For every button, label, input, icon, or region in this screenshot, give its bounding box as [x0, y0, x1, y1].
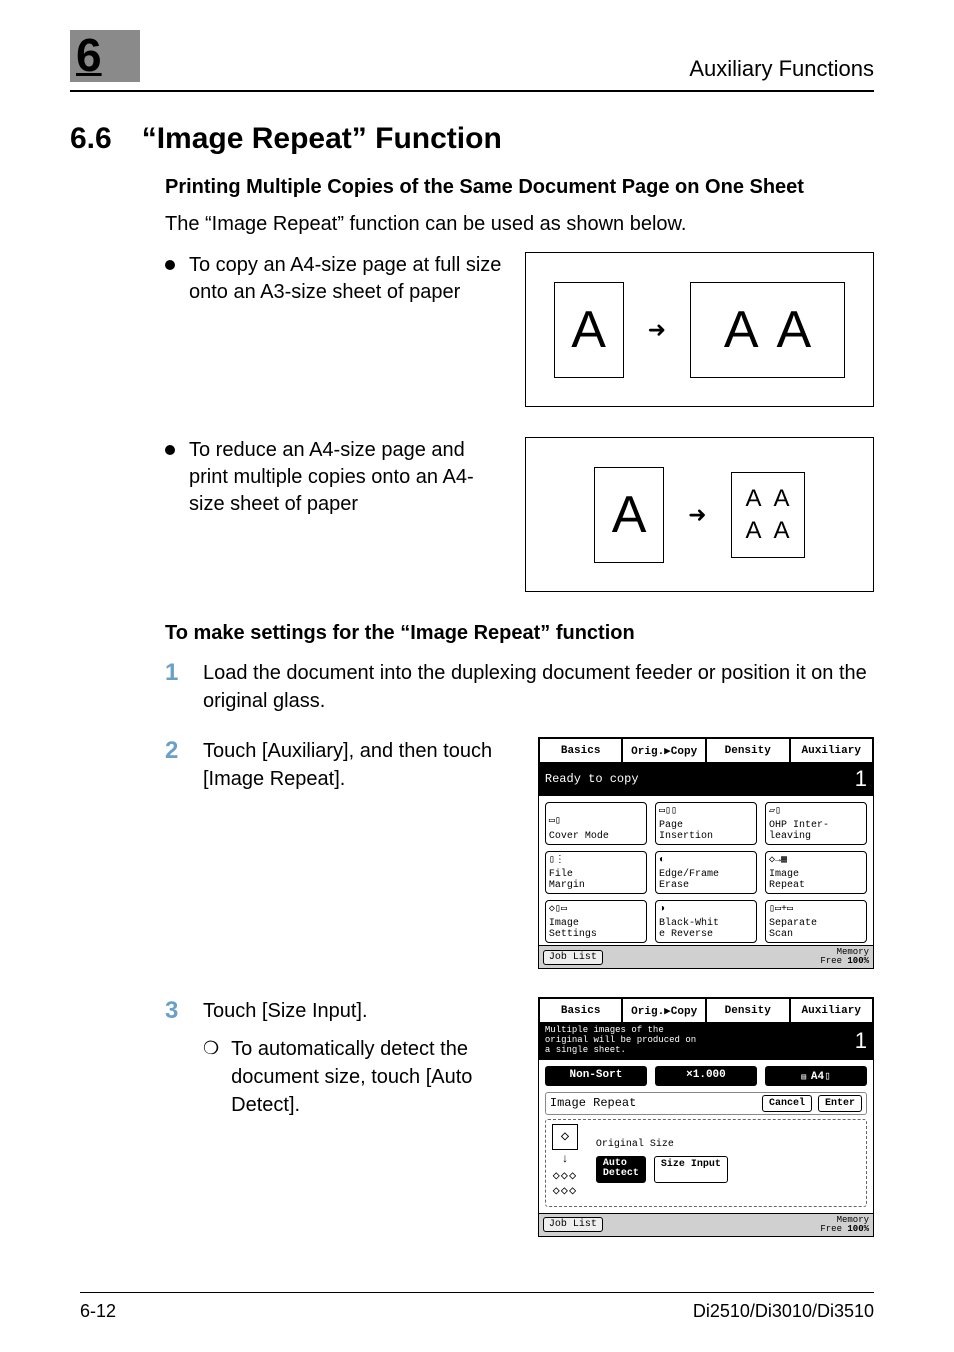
substep-marker: ❍: [203, 1036, 219, 1119]
status-text: Ready to copy: [545, 772, 639, 786]
glyph-A: A: [612, 485, 647, 545]
separate-scan-icon: ▯▭+▭: [769, 903, 863, 917]
label: Page Insertion: [659, 821, 753, 842]
step-1-number: 1: [165, 659, 185, 687]
label: Image Repeat: [769, 870, 863, 891]
step-3-text: Touch [Size Input].: [203, 997, 516, 1025]
original-size-label: Original Size: [596, 1139, 860, 1150]
diagram-result-page: A A: [690, 282, 845, 378]
paper-size-indicator: ▤ A4▯: [765, 1066, 867, 1086]
diagram-2: A ➜ AA AA: [525, 437, 874, 592]
screenshot-auxiliary-menu: Basics Orig.▶Copy Density Auxiliary Read…: [538, 737, 874, 969]
diagram-source-page: A: [554, 282, 624, 378]
screenshot-image-repeat-panel: Basics Orig.▶Copy Density Auxiliary Mult…: [538, 997, 874, 1237]
file-margin-button[interactable]: ▯⋮ File Margin: [545, 851, 647, 894]
size-input-button[interactable]: Size Input: [654, 1156, 728, 1183]
status-text: Multiple images of the original will be …: [545, 1026, 696, 1056]
subheading-1: Printing Multiple Copies of the Same Doc…: [165, 176, 874, 199]
header-rule: [70, 90, 874, 92]
memory-indicator: MemoryFree 100%: [820, 1216, 869, 1234]
tab-density[interactable]: Density: [706, 738, 790, 762]
enter-button[interactable]: Enter: [818, 1095, 862, 1112]
diagram-1: A ➜ A A: [525, 252, 874, 407]
bw-reverse-button[interactable]: ◑ Black-Whit e Reverse: [655, 900, 757, 943]
copy-count: 1: [855, 766, 867, 792]
page-insertion-icon: ▭▯▯: [659, 805, 753, 819]
job-list-button[interactable]: Job List: [543, 950, 603, 965]
header-title: Auxiliary Functions: [689, 56, 874, 82]
file-margin-icon: ▯⋮: [549, 854, 643, 868]
edge-frame-erase-button[interactable]: ◐ Edge/Frame Erase: [655, 851, 757, 894]
arrow-icon: ➜: [688, 502, 706, 528]
tab-auxiliary[interactable]: Auxiliary: [790, 998, 874, 1022]
label: Black-Whit e Reverse: [659, 919, 753, 940]
job-list-button[interactable]: Job List: [543, 1217, 603, 1232]
diagram-source-page: A: [594, 467, 664, 563]
step-3-number: 3: [165, 997, 185, 1119]
tab-basics[interactable]: Basics: [539, 998, 623, 1022]
label: Separate Scan: [769, 919, 863, 940]
separate-scan-button[interactable]: ▯▭+▭ Separate Scan: [765, 900, 867, 943]
step-2-text: Touch [Auxiliary], and then touch [Image…: [203, 737, 516, 793]
image-repeat-icon: ◇→▦: [769, 854, 863, 868]
page-insertion-button[interactable]: ▭▯▯ Page Insertion: [655, 802, 757, 845]
label: OHP Inter- leaving: [769, 821, 863, 842]
zoom-indicator: ×1.000: [655, 1066, 757, 1086]
glyph-A: A: [745, 485, 761, 513]
step-3-substep-text: To automatically detect the document siz…: [231, 1035, 516, 1119]
bullet-dot: [165, 445, 175, 455]
cancel-button[interactable]: Cancel: [762, 1095, 812, 1112]
glyph-A: A: [571, 300, 606, 360]
diagram-result-page: AA AA: [731, 472, 805, 558]
cover-mode-button[interactable]: ▭▯ Cover Mode: [545, 802, 647, 845]
label: Edge/Frame Erase: [659, 870, 753, 891]
step-1-text: Load the document into the duplexing doc…: [203, 659, 874, 715]
status-bar: Ready to copy 1: [539, 762, 873, 796]
panel-title: Image Repeat: [550, 1096, 636, 1110]
glyph-A: A: [777, 300, 812, 360]
label: Image Settings: [549, 919, 643, 940]
ohp-interleaving-button[interactable]: ▱▯ OHP Inter- leaving: [765, 802, 867, 845]
subheading-2: To make settings for the “Image Repeat” …: [165, 622, 874, 645]
erase-icon: ◐: [659, 854, 753, 868]
copy-count: 1: [855, 1028, 867, 1054]
non-sort-indicator: Non-Sort: [545, 1066, 647, 1086]
footer-rule: [80, 1292, 874, 1293]
tab-density[interactable]: Density: [706, 998, 790, 1022]
auto-detect-button[interactable]: Auto Detect: [596, 1156, 646, 1183]
model-numbers: Di2510/Di3010/Di3510: [693, 1301, 874, 1322]
label: Cover Mode: [549, 832, 643, 843]
bw-reverse-icon: ◑: [659, 903, 753, 917]
glyph-A: A: [774, 485, 790, 513]
glyph-A: A: [774, 517, 790, 545]
section-title: “Image Repeat” Function: [142, 122, 502, 156]
arrow-icon: ➜: [648, 317, 666, 343]
image-settings-button[interactable]: ◇▯▭ Image Settings: [545, 900, 647, 943]
image-settings-icon: ◇▯▭: [549, 903, 643, 917]
glyph-A: A: [724, 300, 759, 360]
repeat-diagram-icon: ◇ ↓ ◇◇◇◇◇◇: [552, 1124, 578, 1198]
tab-auxiliary[interactable]: Auxiliary: [790, 738, 874, 762]
tab-orig-copy[interactable]: Orig.▶Copy: [622, 738, 706, 762]
tab-orig-copy[interactable]: Orig.▶Copy: [622, 998, 706, 1022]
bullet-dot: [165, 260, 175, 270]
ohp-icon: ▱▯: [769, 805, 863, 819]
glyph-A: A: [745, 517, 761, 545]
status-bar: Multiple images of the original will be …: [539, 1022, 873, 1060]
bullet-1-text: To copy an A4-size page at full size ont…: [189, 252, 505, 306]
bullet-2-text: To reduce an A4-size page and print mult…: [189, 437, 505, 518]
step-2-number: 2: [165, 737, 185, 793]
intro-paragraph: The “Image Repeat” function can be used …: [165, 211, 874, 238]
memory-indicator: MemoryFree 100%: [820, 948, 869, 966]
section-number: 6.6: [70, 122, 112, 156]
tab-basics[interactable]: Basics: [539, 738, 623, 762]
image-repeat-button[interactable]: ◇→▦ Image Repeat: [765, 851, 867, 894]
cover-mode-icon: ▭▯: [549, 816, 643, 830]
page-number: 6-12: [80, 1301, 116, 1322]
chapter-tab: 6: [70, 30, 140, 82]
chapter-number: 6: [76, 28, 102, 82]
label: File Margin: [549, 870, 643, 891]
